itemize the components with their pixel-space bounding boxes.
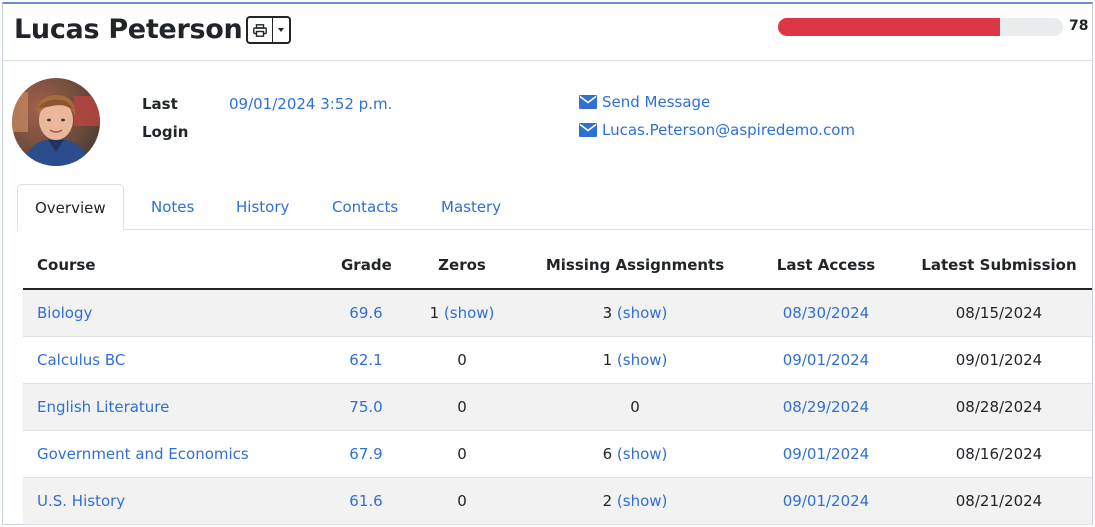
table-row: Calculus BC 62.1 0 1 (show) 09/01/2024 0… <box>23 337 1092 384</box>
tab-notes[interactable]: Notes <box>151 184 194 230</box>
course-link[interactable]: Calculus BC <box>37 337 125 383</box>
header-grade[interactable]: Grade <box>341 242 392 288</box>
tab-mastery[interactable]: Mastery <box>441 184 501 230</box>
zeros-count: 0 <box>457 398 467 416</box>
header-missing-assignments[interactable]: Missing Assignments <box>535 242 735 288</box>
zeros-count: 0 <box>457 445 467 463</box>
courses-table: Course Grade Zeros Missing Assignments L… <box>23 242 1092 525</box>
student-header: Lucas Peterson 78 <box>3 4 1094 61</box>
tab-history[interactable]: History <box>236 184 289 230</box>
missing-show-link[interactable]: (show) <box>617 351 667 369</box>
header-latest-submission[interactable]: Latest Submission <box>915 242 1083 288</box>
latest-submission: 08/15/2024 <box>955 304 1043 322</box>
course-link[interactable]: U.S. History <box>37 478 125 524</box>
grade-link[interactable]: 61.6 <box>341 478 391 524</box>
header-last-access[interactable]: Last Access <box>761 242 891 288</box>
table-row: English Literature 75.0 0 0 08/29/2024 0… <box>23 384 1092 431</box>
email-address: Lucas.Peterson@aspiredemo.com <box>602 121 855 139</box>
course-link[interactable]: Biology <box>37 290 92 336</box>
zeros-count: 0 <box>457 492 467 510</box>
missing-count: 1 <box>602 351 613 369</box>
printer-icon <box>253 23 267 37</box>
last-access-link[interactable]: 08/30/2024 <box>761 290 891 336</box>
zeros-count: 1 <box>429 304 440 322</box>
last-access-link[interactable]: 08/29/2024 <box>761 384 891 430</box>
print-options-dropdown[interactable] <box>273 18 289 42</box>
missing-cell: 1 (show) <box>535 337 735 383</box>
missing-cell: 6 (show) <box>535 431 735 477</box>
student-name: Lucas Peterson <box>14 14 243 45</box>
missing-show-link[interactable]: (show) <box>617 304 667 322</box>
grade-link[interactable]: 69.6 <box>341 290 391 336</box>
send-message-link[interactable]: Send Message <box>579 88 710 116</box>
table-row: Government and Economics 67.9 0 6 (show)… <box>23 431 1092 478</box>
missing-count: 0 <box>630 398 640 416</box>
grade-link[interactable]: 62.1 <box>341 337 391 383</box>
caret-down-icon <box>278 28 284 32</box>
grade-progress-fill <box>778 18 1001 36</box>
last-login-value[interactable]: 09/01/2024 3:52 p.m. <box>229 90 392 118</box>
missing-count: 6 <box>602 445 613 463</box>
tab-contacts[interactable]: Contacts <box>332 184 398 230</box>
missing-count: 3 <box>602 304 613 322</box>
grade-link[interactable]: 75.0 <box>341 384 391 430</box>
table-header: Course Grade Zeros Missing Assignments L… <box>23 242 1092 290</box>
last-login-label: Last Login <box>142 95 189 141</box>
zeros-cell: 0 <box>411 384 513 430</box>
email-link[interactable]: Lucas.Peterson@aspiredemo.com <box>579 116 855 144</box>
latest-submission: 09/01/2024 <box>955 351 1043 369</box>
last-access-link[interactable]: 09/01/2024 <box>761 478 891 524</box>
zeros-cell: 0 <box>411 478 513 524</box>
send-message-label: Send Message <box>602 93 711 111</box>
missing-show-link[interactable]: (show) <box>617 445 667 463</box>
student-panel: Lucas Peterson 78 Last Login 09/01/2024 … <box>2 2 1094 525</box>
missing-show-link[interactable]: (show) <box>617 492 667 510</box>
zeros-cell: 0 <box>411 431 513 477</box>
table-row: Biology 69.6 1 (show) 3 (show) 08/30/202… <box>23 290 1092 337</box>
student-tabs: Overview Notes History Contacts Mastery <box>17 184 1092 231</box>
latest-submission: 08/28/2024 <box>955 398 1043 416</box>
header-zeros[interactable]: Zeros <box>411 242 513 288</box>
latest-submission: 08/21/2024 <box>955 492 1043 510</box>
grade-link[interactable]: 67.9 <box>341 431 391 477</box>
missing-cell: 0 <box>535 384 735 430</box>
print-button-group <box>246 16 291 44</box>
grade-progress-bar <box>778 18 1063 36</box>
header-course[interactable]: Course <box>37 242 96 288</box>
missing-count: 2 <box>602 492 613 510</box>
envelope-icon <box>579 95 597 109</box>
tab-overview[interactable]: Overview <box>17 184 124 231</box>
zeros-cell: 1 (show) <box>411 290 513 336</box>
print-button[interactable] <box>248 18 273 42</box>
student-avatar <box>12 78 100 166</box>
envelope-icon <box>579 123 597 137</box>
course-link[interactable]: Government and Economics <box>37 431 249 477</box>
zeros-count: 0 <box>457 351 467 369</box>
latest-submission: 08/16/2024 <box>955 445 1043 463</box>
table-row: U.S. History 61.6 0 2 (show) 09/01/2024 … <box>23 478 1092 525</box>
last-access-link[interactable]: 09/01/2024 <box>761 337 891 383</box>
zeros-cell: 0 <box>411 337 513 383</box>
grade-progress-value: 78 <box>1069 18 1089 34</box>
last-access-link[interactable]: 09/01/2024 <box>761 431 891 477</box>
zeros-show-link[interactable]: (show) <box>444 304 494 322</box>
missing-cell: 2 (show) <box>535 478 735 524</box>
course-link[interactable]: English Literature <box>37 384 169 430</box>
missing-cell: 3 (show) <box>535 290 735 336</box>
